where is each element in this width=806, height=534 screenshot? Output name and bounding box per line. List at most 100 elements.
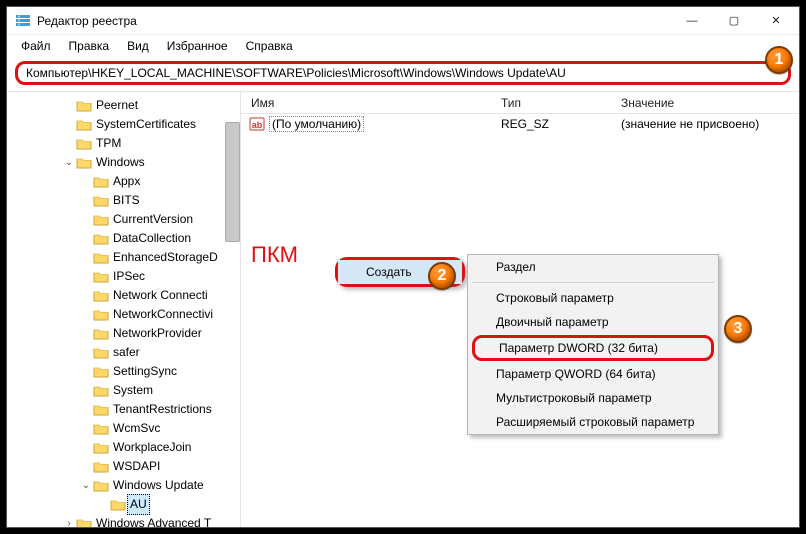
folder-icon	[76, 517, 92, 528]
col-name[interactable]: Имя	[241, 96, 501, 110]
ctx-section[interactable]: Раздел	[468, 255, 718, 279]
expand-toggle-icon[interactable]	[79, 403, 93, 417]
tree-item[interactable]: TenantRestrictions	[7, 400, 240, 419]
ctx-expand[interactable]: Расширяемый строковый параметр	[468, 410, 718, 434]
expand-toggle-icon[interactable]	[79, 460, 93, 474]
value-type: REG_SZ	[501, 117, 621, 131]
minimize-button[interactable]: —	[671, 8, 713, 34]
value-data: (значение не присвоено)	[621, 117, 799, 131]
context-menu-submenu: Раздел Строковый параметр Двоичный парам…	[467, 254, 719, 435]
tree-scrollbar-thumb[interactable]	[225, 122, 240, 242]
expand-toggle-icon[interactable]: ⌄	[62, 156, 76, 170]
ctx-string[interactable]: Строковый параметр	[468, 286, 718, 310]
ctx-dword[interactable]: Параметр DWORD (32 бита)	[472, 335, 714, 361]
folder-icon	[93, 270, 109, 284]
tree-item[interactable]: › Windows Advanced T	[7, 514, 240, 527]
folder-icon	[93, 251, 109, 265]
expand-toggle-icon[interactable]: ⌄	[79, 479, 93, 493]
menu-favorites[interactable]: Избранное	[159, 37, 236, 55]
menu-view[interactable]: Вид	[119, 37, 157, 55]
tree-item[interactable]: WorkplaceJoin	[7, 438, 240, 457]
tree-item[interactable]: CurrentVersion	[7, 210, 240, 229]
tree-item[interactable]: DataCollection	[7, 229, 240, 248]
expand-toggle-icon[interactable]	[79, 384, 93, 398]
tree-item[interactable]: ⌄ Windows	[7, 153, 240, 172]
expand-toggle-icon[interactable]	[79, 346, 93, 360]
tree-item[interactable]: IPSec	[7, 267, 240, 286]
folder-icon	[93, 441, 109, 455]
menu-file[interactable]: Файл	[13, 37, 59, 55]
folder-icon	[93, 460, 109, 474]
folder-icon	[93, 365, 109, 379]
expand-toggle-icon[interactable]	[79, 175, 93, 189]
expand-toggle-icon[interactable]	[79, 213, 93, 227]
tree-item-label: SystemCertificates	[96, 115, 196, 134]
expand-toggle-icon[interactable]	[62, 99, 76, 113]
expand-toggle-icon[interactable]	[79, 422, 93, 436]
tree-item[interactable]: TPM	[7, 134, 240, 153]
tree-item[interactable]: WcmSvc	[7, 419, 240, 438]
folder-icon	[93, 403, 109, 417]
folder-icon	[93, 346, 109, 360]
tree-item[interactable]: Network Connecti	[7, 286, 240, 305]
expand-toggle-icon[interactable]	[79, 327, 93, 341]
value-row-default[interactable]: ab (По умолчанию) REG_SZ (значение не пр…	[241, 114, 799, 134]
ctx-qword[interactable]: Параметр QWORD (64 бита)	[468, 362, 718, 386]
tree-item[interactable]: Appx	[7, 172, 240, 191]
tree-item-label: SettingSync	[113, 362, 177, 381]
tree-item-label: TenantRestrictions	[113, 400, 212, 419]
tree-item-label: WorkplaceJoin	[113, 438, 191, 457]
expand-toggle-icon[interactable]	[79, 232, 93, 246]
expand-toggle-icon[interactable]	[79, 270, 93, 284]
tree-item-label: Windows Update	[113, 476, 204, 495]
expand-toggle-icon[interactable]	[79, 365, 93, 379]
values-header: Имя Тип Значение	[241, 92, 799, 114]
tree-item[interactable]: NetworkProvider	[7, 324, 240, 343]
expand-toggle-icon[interactable]	[62, 118, 76, 132]
expand-toggle-icon[interactable]: ›	[62, 517, 76, 528]
tree-item[interactable]: ⌄ Windows Update	[7, 476, 240, 495]
col-type[interactable]: Тип	[501, 96, 621, 110]
menu-help[interactable]: Справка	[238, 37, 301, 55]
ctx-binary[interactable]: Двоичный параметр	[468, 310, 718, 334]
tree-item-label: CurrentVersion	[113, 210, 193, 229]
expand-toggle-icon[interactable]	[96, 498, 110, 512]
expand-toggle-icon[interactable]	[79, 251, 93, 265]
tree-item[interactable]: safer	[7, 343, 240, 362]
titlebar[interactable]: Редактор реестра — ▢ ✕	[7, 7, 799, 35]
close-button[interactable]: ✕	[755, 8, 797, 34]
values-pane[interactable]: Имя Тип Значение ab (По умолчанию) REG_S…	[241, 92, 799, 527]
expand-toggle-icon[interactable]	[79, 194, 93, 208]
tree-item[interactable]: BITS	[7, 191, 240, 210]
expand-toggle-icon[interactable]	[79, 289, 93, 303]
tree-pane[interactable]: PeernetSystemCertificatesTPM ⌄ WindowsAppx…	[7, 92, 241, 527]
ctx-multistring[interactable]: Мультистроковый параметр	[468, 386, 718, 410]
tree-item-label: BITS	[113, 191, 140, 210]
tree-item-label: Network Connecti	[113, 286, 208, 305]
tree-item[interactable]: System	[7, 381, 240, 400]
menu-edit[interactable]: Правка	[61, 37, 118, 55]
tree-item[interactable]: EnhancedStorageD	[7, 248, 240, 267]
tree-item[interactable]: SettingSync	[7, 362, 240, 381]
tree-item[interactable]: SystemCertificates	[7, 115, 240, 134]
window-title: Редактор реестра	[37, 14, 671, 28]
folder-icon	[93, 289, 109, 303]
expand-toggle-icon[interactable]	[62, 137, 76, 151]
tree-item[interactable]: NetworkConnectivi	[7, 305, 240, 324]
tree-item[interactable]: WSDAPI	[7, 457, 240, 476]
expand-toggle-icon[interactable]	[79, 441, 93, 455]
tree-item-label: EnhancedStorageD	[113, 248, 218, 267]
tree-item-label: Windows Advanced T	[96, 514, 211, 527]
ctx-separator	[472, 282, 714, 283]
address-bar[interactable]: Компьютер\HKEY_LOCAL_MACHINE\SOFTWARE\Po…	[15, 61, 791, 85]
address-text: Компьютер\HKEY_LOCAL_MACHINE\SOFTWARE\Po…	[26, 66, 566, 80]
tree-item-label: Windows	[96, 153, 145, 172]
menubar: Файл Правка Вид Избранное Справка	[7, 35, 799, 57]
tree-item[interactable]: Peernet	[7, 96, 240, 115]
tree-item-label: Peernet	[96, 96, 138, 115]
col-value[interactable]: Значение	[621, 96, 799, 110]
tree-item[interactable]: AU	[7, 495, 240, 514]
folder-icon	[76, 156, 92, 170]
expand-toggle-icon[interactable]	[79, 308, 93, 322]
maximize-button[interactable]: ▢	[713, 8, 755, 34]
